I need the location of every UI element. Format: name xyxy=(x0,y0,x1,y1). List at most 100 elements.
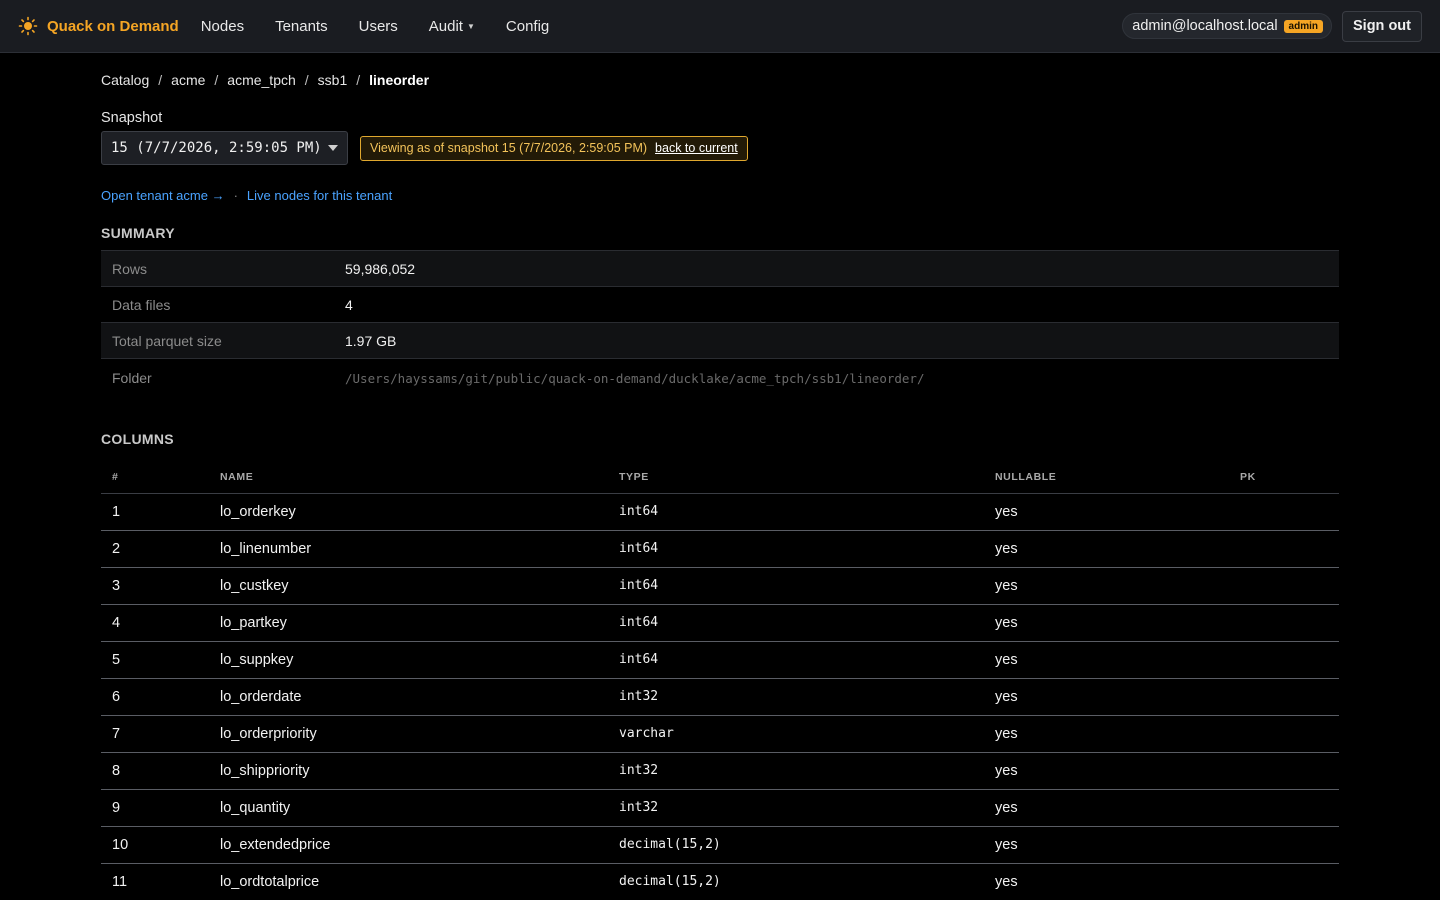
chevron-down-icon: ▼ xyxy=(466,21,475,31)
summary-row: Rows 59,986,052 xyxy=(101,251,1339,287)
column-name: lo_suppkey xyxy=(209,641,608,679)
column-index: 10 xyxy=(101,826,209,864)
column-index: 11 xyxy=(101,863,209,900)
nav-users[interactable]: Users xyxy=(359,18,398,35)
top-nav: Quack on Demand Nodes Tenants Users Audi… xyxy=(0,0,1440,53)
column-name: lo_orderpriority xyxy=(209,715,608,753)
brand-link[interactable]: Quack on Demand xyxy=(18,16,179,36)
column-index: 4 xyxy=(101,604,209,642)
column-type: int64 xyxy=(608,604,984,642)
table-row: 6 lo_orderdate int32 yes xyxy=(101,678,1339,716)
column-pk xyxy=(1229,641,1339,679)
column-type: int32 xyxy=(608,789,984,827)
column-header-index: # xyxy=(101,461,209,494)
column-pk xyxy=(1229,678,1339,716)
breadcrumb-catalog[interactable]: Catalog xyxy=(101,72,149,88)
column-pk xyxy=(1229,715,1339,753)
column-name: lo_quantity xyxy=(209,789,608,827)
column-header-nullable: NULLABLE xyxy=(984,461,1229,494)
column-name: lo_custkey xyxy=(209,567,608,605)
column-index: 6 xyxy=(101,678,209,716)
column-index: 3 xyxy=(101,567,209,605)
chevron-down-icon xyxy=(328,145,338,151)
nav-nodes[interactable]: Nodes xyxy=(201,18,244,35)
column-nullable: yes xyxy=(984,493,1229,531)
column-nullable: yes xyxy=(984,752,1229,790)
summary-row: Data files 4 xyxy=(101,287,1339,323)
column-index: 8 xyxy=(101,752,209,790)
summary-heading: SUMMARY xyxy=(101,225,175,241)
column-pk xyxy=(1229,567,1339,605)
column-nullable: yes xyxy=(984,863,1229,900)
table-row: 7 lo_orderpriority varchar yes xyxy=(101,715,1339,753)
column-nullable: yes xyxy=(984,604,1229,642)
column-pk xyxy=(1229,752,1339,790)
column-index: 7 xyxy=(101,715,209,753)
table-row: 10 lo_extendedprice decimal(15,2) yes xyxy=(101,826,1339,864)
summary-value: 1.97 GB xyxy=(345,332,397,349)
breadcrumb-separator: / xyxy=(356,72,361,88)
folder-path: /Users/hayssams/git/public/quack-on-dema… xyxy=(345,370,925,386)
table-row: 3 lo_custkey int64 yes xyxy=(101,567,1339,605)
column-header-pk: PK xyxy=(1229,461,1339,494)
column-index: 5 xyxy=(101,641,209,679)
table-row: 11 lo_ordtotalprice decimal(15,2) yes xyxy=(101,863,1339,900)
brand-name: Quack on Demand xyxy=(47,17,179,35)
column-type: int32 xyxy=(608,752,984,790)
column-nullable: yes xyxy=(984,789,1229,827)
breadcrumb-table: lineorder xyxy=(369,72,430,88)
column-index: 2 xyxy=(101,530,209,568)
columns-table: # NAME TYPE NULLABLE PK 1 lo_orderkey int6… xyxy=(101,461,1339,900)
back-to-current-link[interactable]: back to current xyxy=(655,141,738,155)
live-nodes-link[interactable]: Live nodes for this tenant xyxy=(247,188,392,203)
column-type: int64 xyxy=(608,493,984,531)
nav-config[interactable]: Config xyxy=(506,18,549,35)
table-row: 2 lo_linenumber int64 yes xyxy=(101,530,1339,568)
nav-tenants[interactable]: Tenants xyxy=(275,18,328,35)
summary-label: Folder xyxy=(112,370,152,386)
summary-table: Rows 59,986,052 Data files 4 Total parqu… xyxy=(101,250,1339,397)
nav-audit-label: Audit xyxy=(428,17,463,35)
breadcrumb-tenant[interactable]: acme xyxy=(171,72,205,88)
column-name: lo_linenumber xyxy=(209,530,608,568)
nav-audit[interactable]: Audit ▼ xyxy=(429,18,475,35)
column-type: int64 xyxy=(608,641,984,679)
sign-out-button[interactable]: Sign out xyxy=(1342,10,1422,42)
snapshot-banner: Viewing as of snapshot 15 (7/7/2026, 2:5… xyxy=(360,135,748,161)
main-content: Catalog / acme / acme_tpch / ssb1 / line… xyxy=(0,72,1440,900)
link-separator: · xyxy=(233,188,238,203)
summary-label: Total parquet size xyxy=(112,332,222,349)
summary-label: Data files xyxy=(112,296,171,313)
sun-icon xyxy=(18,16,38,36)
table-row: 9 lo_quantity int32 yes xyxy=(101,789,1339,827)
summary-row: Folder /Users/hayssams/git/public/quack-… xyxy=(101,359,1339,397)
column-nullable: yes xyxy=(984,826,1229,864)
column-type: int32 xyxy=(608,678,984,716)
column-type: int64 xyxy=(608,567,984,605)
table-row: 5 lo_suppkey int64 yes xyxy=(101,641,1339,679)
breadcrumb-schema[interactable]: ssb1 xyxy=(318,72,348,88)
table-row: 1 lo_orderkey int64 yes xyxy=(101,493,1339,531)
summary-value: 4 xyxy=(345,296,353,313)
column-name: lo_orderdate xyxy=(209,678,608,716)
columns-heading: COLUMNS xyxy=(101,431,174,447)
breadcrumb-separator: / xyxy=(158,72,163,88)
column-name: lo_extendedprice xyxy=(209,826,608,864)
user-menu[interactable]: admin@localhost.local admin xyxy=(1122,13,1332,39)
table-row: 8 lo_shippriority int32 yes xyxy=(101,752,1339,790)
summary-value: 59,986,052 xyxy=(345,260,416,277)
columns-header-row: # NAME TYPE NULLABLE PK xyxy=(101,461,1339,494)
column-name: lo_ordtotalprice xyxy=(209,863,608,900)
column-nullable: yes xyxy=(984,530,1229,568)
column-type: decimal(15,2) xyxy=(608,826,984,864)
summary-label: Rows xyxy=(112,260,148,277)
breadcrumb-separator: / xyxy=(304,72,309,88)
snapshot-label: Snapshot xyxy=(101,110,163,126)
snapshot-select[interactable]: 15 (7/7/2026, 2:59:05 PM) xyxy=(101,131,348,165)
column-type: int64 xyxy=(608,530,984,568)
breadcrumb-database[interactable]: acme_tpch xyxy=(227,72,295,88)
column-name: lo_partkey xyxy=(209,604,608,642)
open-tenant-link[interactable]: Open tenant acme → xyxy=(101,188,225,203)
column-pk xyxy=(1229,826,1339,864)
column-index: 1 xyxy=(101,493,209,531)
